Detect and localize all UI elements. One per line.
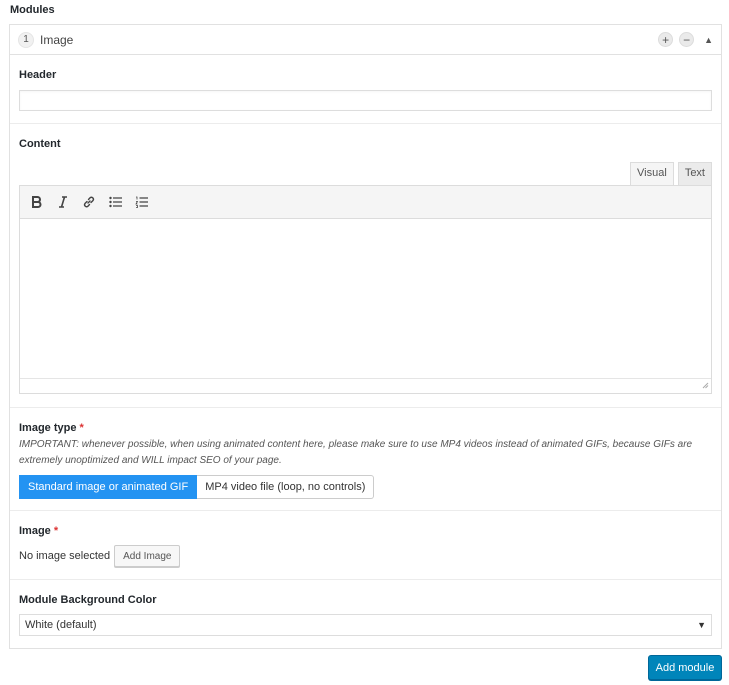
image-label-text: Image — [19, 525, 51, 537]
editor-toolbar — [20, 186, 711, 219]
image-status: No image selected — [19, 550, 111, 562]
header-field: Header — [10, 55, 721, 124]
numbered-list-icon[interactable] — [132, 193, 150, 211]
header-input[interactable] — [19, 90, 712, 111]
module-title: Image — [40, 32, 74, 47]
dropdown-arrow-icon: ▼ — [697, 620, 706, 630]
required-mark: * — [53, 525, 59, 537]
bold-icon[interactable] — [28, 193, 46, 211]
image-field: Image * No image selected Add Image — [10, 511, 721, 580]
tab-text[interactable]: Text — [677, 162, 712, 185]
modules-heading: Modules — [10, 4, 55, 16]
editor-statusbar — [20, 379, 711, 393]
triangle-up-icon[interactable]: ▲ — [704, 35, 713, 45]
tab-visual[interactable]: Visual — [630, 162, 674, 185]
background-color-field: Module Background Color White (default) … — [10, 580, 721, 650]
bullet-list-icon[interactable] — [106, 193, 124, 211]
add-module-button[interactable]: Add module — [648, 655, 722, 680]
image-type-toggle: Standard image or animated GIF MP4 video… — [19, 475, 712, 499]
content-label: Content — [19, 138, 61, 150]
plus-icon[interactable]: + — [658, 32, 674, 47]
editor-content-area[interactable] — [20, 219, 711, 379]
image-label: Image * — [19, 525, 712, 537]
background-color-select[interactable]: White (default) ▼ — [19, 614, 712, 636]
italic-icon[interactable] — [54, 193, 72, 211]
image-type-label: Image type * — [19, 422, 712, 434]
content-field: Content Visual Text — [10, 124, 721, 408]
background-color-label: Module Background Color — [19, 594, 157, 606]
rich-text-editor — [19, 185, 712, 394]
module-number: 1 — [18, 31, 34, 48]
module-panel: 1 Image + − ▲ Header Content Visual Text — [9, 24, 722, 649]
add-image-button[interactable]: Add Image — [114, 545, 181, 567]
option-standard-image[interactable]: Standard image or animated GIF — [19, 475, 198, 499]
resize-grip-icon[interactable] — [702, 380, 709, 392]
option-mp4-video[interactable]: MP4 video file (loop, no controls) — [197, 475, 375, 499]
required-mark: * — [79, 422, 84, 434]
image-type-label-text: Image type — [19, 422, 77, 434]
image-type-field: Image type * IMPORTANT: whenever possibl… — [10, 408, 721, 511]
image-type-note: IMPORTANT: whenever possible, when using… — [19, 439, 693, 466]
minus-icon[interactable]: − — [679, 32, 695, 47]
header-label: Header — [19, 69, 57, 81]
select-value: White (default) — [25, 619, 97, 631]
module-header[interactable]: 1 Image + − ▲ — [10, 25, 721, 55]
link-icon[interactable] — [80, 193, 98, 211]
